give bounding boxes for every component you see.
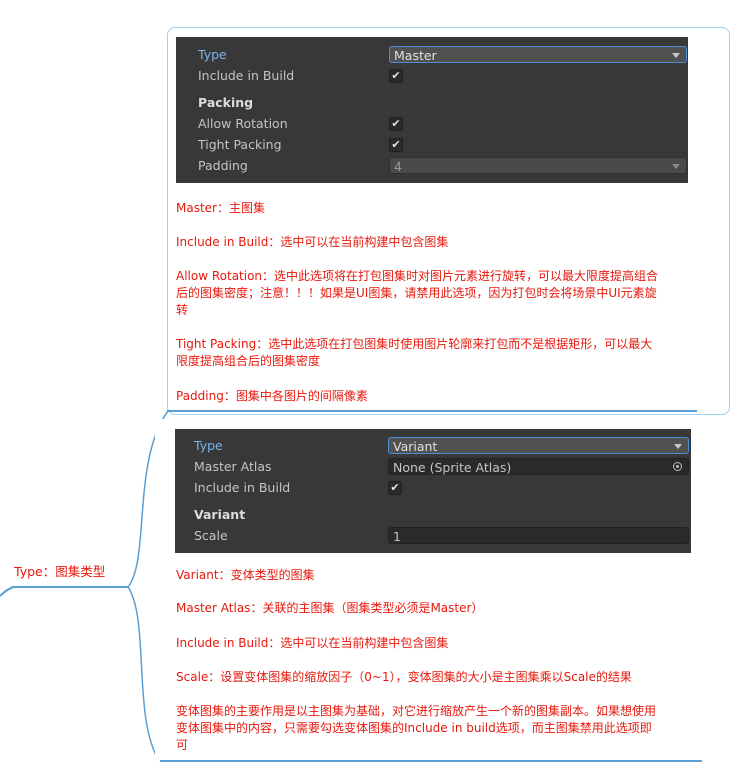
padding-dropdown[interactable]: 4 bbox=[389, 157, 687, 174]
master-atlas-label: Master Atlas bbox=[194, 459, 272, 474]
include-in-build-row: Include in Build ✔ bbox=[176, 67, 688, 85]
chevron-down-icon bbox=[672, 53, 680, 58]
packing-header-row: Packing bbox=[176, 94, 688, 112]
type-label: Type bbox=[198, 47, 227, 62]
master-atlas-card[interactable]: Type Master Include in Build ✔ Packing A… bbox=[167, 27, 730, 415]
note-master-atlas: Master Atlas：关联的主图集（图集类型必须是Master） bbox=[176, 601, 484, 615]
note-purpose-line2: 变体图集中的内容，只需要勾选变体图集的Include in build选项，而主… bbox=[176, 721, 652, 735]
allow-rotation-row: Allow Rotation ✔ bbox=[176, 115, 688, 133]
master-card-underline bbox=[167, 410, 697, 412]
padding-value: 4 bbox=[394, 159, 402, 174]
type-row: Type Variant bbox=[175, 437, 691, 455]
note-purpose-line1: 变体图集的主要作用是以主图集为基础，对它进行缩放产生一个新的图集副本。如果想使用 bbox=[176, 704, 657, 718]
note-master: Master：主图集 bbox=[176, 201, 265, 215]
type-row: Type Master bbox=[176, 46, 688, 64]
note-scale: Scale：设置变体图集的缩放因子（0~1），变体图集的大小是主图集乘以Scal… bbox=[176, 670, 632, 684]
packing-header: Packing bbox=[198, 95, 254, 110]
tight-packing-row: Tight Packing ✔ bbox=[176, 136, 688, 154]
note-tight-packing-line1: Tight Packing：选中此选项在打包图集时使用图片轮廓来打包而不是根据矩… bbox=[176, 337, 653, 351]
allow-rotation-label: Allow Rotation bbox=[198, 116, 288, 131]
master-inspector-panel: Type Master Include in Build ✔ Packing A… bbox=[176, 37, 688, 183]
master-atlas-value: None (Sprite Atlas) bbox=[393, 460, 512, 475]
type-value: Master bbox=[394, 48, 437, 63]
object-picker-icon[interactable] bbox=[673, 462, 682, 471]
allow-rotation-checkbox[interactable]: ✔ bbox=[389, 117, 403, 131]
note-allow-rotation-line1: Allow Rotation：选中此选项将在打包图集时对图片元素进行旋转，可以最… bbox=[176, 269, 659, 283]
root-stub-line bbox=[0, 586, 15, 597]
scale-value: 1 bbox=[393, 529, 401, 544]
note-include-in-build: Include in Build：选中可以在当前构建中包含图集 bbox=[176, 235, 449, 249]
tight-packing-label: Tight Packing bbox=[198, 137, 282, 152]
padding-label: Padding bbox=[198, 158, 248, 173]
type-dropdown[interactable]: Variant bbox=[388, 437, 689, 454]
variant-header: Variant bbox=[194, 507, 246, 522]
variant-atlas-card[interactable]: Type Variant Master Atlas None (Sprite A… bbox=[155, 419, 700, 762]
note-tight-packing-line2: 限度提高组合后的图集密度 bbox=[176, 354, 321, 368]
include-in-build-row: Include in Build ✔ bbox=[175, 479, 691, 497]
note-allow-rotation-line3: 转 bbox=[176, 303, 189, 317]
type-value: Variant bbox=[393, 439, 438, 454]
master-atlas-object-field[interactable]: None (Sprite Atlas) bbox=[388, 458, 689, 475]
chevron-down-icon bbox=[672, 164, 680, 169]
note-padding: Padding：图集中各图片的间隔像素 bbox=[176, 389, 368, 403]
variant-card-underline bbox=[160, 760, 702, 762]
scale-label: Scale bbox=[194, 528, 228, 543]
include-in-build-label: Include in Build bbox=[198, 68, 295, 83]
scale-row: Scale 1 bbox=[175, 527, 691, 545]
note-purpose-line3: 可 bbox=[176, 738, 189, 752]
type-label: Type bbox=[194, 438, 223, 453]
root-topic-label[interactable]: Type：图集类型 bbox=[14, 561, 105, 580]
variant-header-row: Variant bbox=[175, 506, 691, 524]
chevron-down-icon bbox=[674, 444, 682, 449]
note-include-in-build: Include in Build：选中可以在当前构建中包含图集 bbox=[176, 636, 449, 650]
include-in-build-checkbox[interactable]: ✔ bbox=[389, 69, 403, 83]
variant-inspector-panel: Type Variant Master Atlas None (Sprite A… bbox=[175, 429, 691, 553]
type-dropdown[interactable]: Master bbox=[389, 46, 687, 63]
include-in-build-label: Include in Build bbox=[194, 480, 291, 495]
scale-input[interactable]: 1 bbox=[388, 527, 689, 544]
padding-row: Padding 4 bbox=[176, 157, 688, 175]
tight-packing-checkbox[interactable]: ✔ bbox=[389, 138, 403, 152]
note-allow-rotation-line2: 后的图集密度；注意！！！如果是UI图集，请禁用此选项，因为打包时会将场景中UI元… bbox=[176, 286, 657, 300]
note-variant: Variant：变体类型的图集 bbox=[176, 568, 315, 582]
include-in-build-checkbox[interactable]: ✔ bbox=[388, 481, 402, 495]
master-atlas-row: Master Atlas None (Sprite Atlas) bbox=[175, 458, 691, 476]
